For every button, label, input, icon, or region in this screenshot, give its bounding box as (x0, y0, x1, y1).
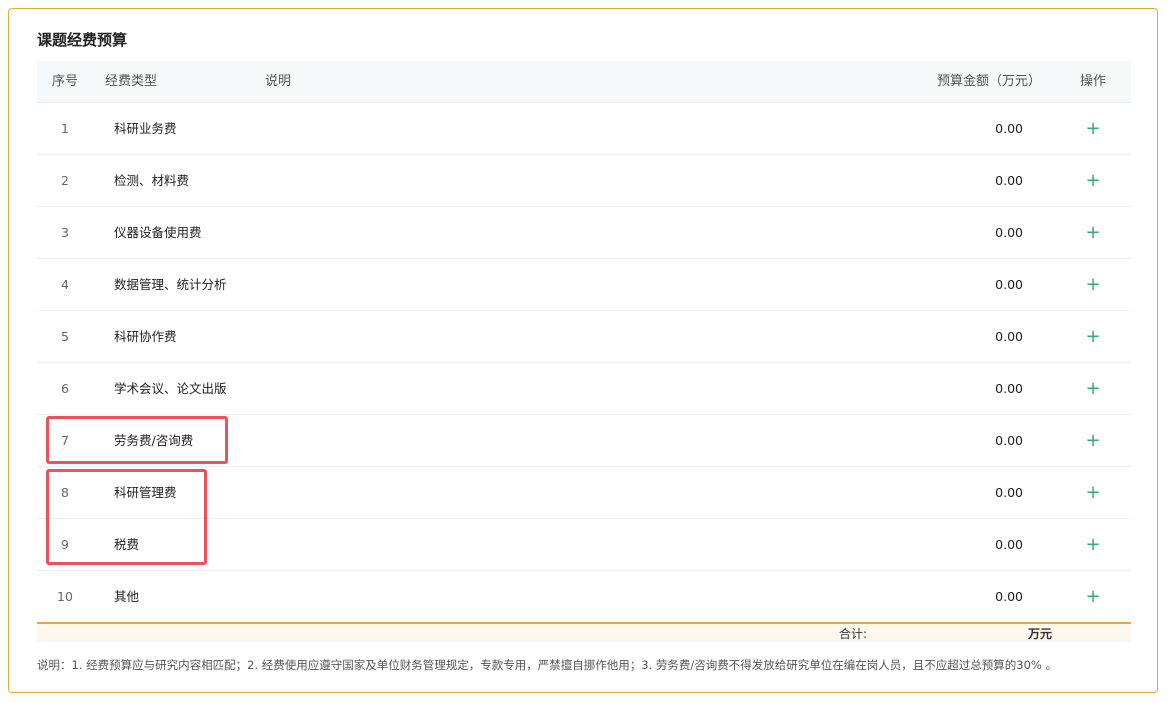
header-amount: 预算金额（万元） (937, 74, 1042, 89)
add-icon[interactable]: + (1082, 311, 1104, 362)
budget-table: 序号 经费类型 说明 预算金额（万元） 操作 1 科研业务费 0.00 + 2 … (37, 61, 1131, 642)
budget-card: 课题经费预算 序号 经费类型 说明 预算金额（万元） 操作 1 科研业务费 0.… (8, 8, 1158, 693)
section-title: 课题经费预算 (37, 31, 128, 49)
row-no: 6 (61, 381, 69, 396)
table-row: 8 科研管理费 0.00 + (37, 467, 1131, 519)
row-amount: 0.00 (995, 433, 1023, 448)
table-header: 序号 经费类型 说明 预算金额（万元） 操作 (37, 61, 1131, 103)
table-row: 7 劳务费/咨询费 0.00 + (37, 415, 1131, 467)
row-no: 8 (61, 485, 69, 500)
budget-note: 说明：1. 经费预算应与研究内容相匹配；2. 经费使用应遵守国家及单位财务管理规… (37, 658, 1057, 672)
row-amount: 0.00 (995, 225, 1023, 240)
row-no: 5 (61, 329, 69, 344)
add-icon[interactable]: + (1082, 415, 1104, 466)
row-no: 7 (61, 433, 69, 448)
row-no: 3 (61, 225, 69, 240)
row-type: 其他 (114, 589, 140, 604)
table-row: 10 其他 0.00 + (37, 571, 1131, 622)
row-type: 仪器设备使用费 (114, 225, 202, 240)
row-no: 4 (61, 277, 69, 292)
add-icon[interactable]: + (1082, 363, 1104, 414)
row-type: 数据管理、统计分析 (114, 277, 227, 292)
row-amount: 0.00 (995, 173, 1023, 188)
row-amount: 0.00 (995, 589, 1023, 604)
add-icon[interactable]: + (1082, 467, 1104, 518)
header-type: 经费类型 (105, 74, 158, 89)
add-icon[interactable]: + (1082, 207, 1104, 258)
add-icon[interactable]: + (1082, 519, 1104, 570)
row-type: 学术会议、论文出版 (114, 381, 227, 396)
row-type: 科研业务费 (114, 121, 177, 136)
row-type: 检测、材料费 (114, 173, 190, 188)
row-amount: 0.00 (995, 485, 1023, 500)
row-no: 1 (61, 121, 69, 136)
row-type: 劳务费/咨询费 (114, 433, 194, 448)
row-amount: 0.00 (995, 277, 1023, 292)
row-amount: 0.00 (995, 329, 1023, 344)
table-row: 1 科研业务费 0.00 + (37, 103, 1131, 155)
header-no: 序号 (51, 74, 78, 89)
total-unit: 万元 (1028, 627, 1053, 641)
table-row: 9 税费 0.00 + (37, 519, 1131, 571)
total-label: 合计: (839, 627, 868, 641)
table-row: 5 科研协作费 0.00 + (37, 311, 1131, 363)
row-amount: 0.00 (995, 121, 1023, 136)
add-icon[interactable]: + (1082, 155, 1104, 206)
total-row: 合计: 万元 (37, 622, 1131, 642)
add-icon[interactable]: + (1082, 103, 1104, 154)
row-type: 科研管理费 (114, 485, 177, 500)
row-type: 科研协作费 (114, 329, 177, 344)
header-desc: 说明 (265, 74, 292, 89)
row-amount: 0.00 (995, 537, 1023, 552)
table-row: 2 检测、材料费 0.00 + (37, 155, 1131, 207)
row-no: 10 (57, 589, 73, 604)
table-row: 3 仪器设备使用费 0.00 + (37, 207, 1131, 259)
row-no: 9 (61, 537, 69, 552)
row-no: 2 (61, 173, 69, 188)
row-type: 税费 (114, 537, 140, 552)
add-icon[interactable]: + (1082, 259, 1104, 310)
row-amount: 0.00 (995, 381, 1023, 396)
add-icon[interactable]: + (1082, 571, 1104, 622)
table-row: 4 数据管理、统计分析 0.00 + (37, 259, 1131, 311)
table-row: 6 学术会议、论文出版 0.00 + (37, 363, 1131, 415)
header-op: 操作 (1080, 74, 1107, 89)
